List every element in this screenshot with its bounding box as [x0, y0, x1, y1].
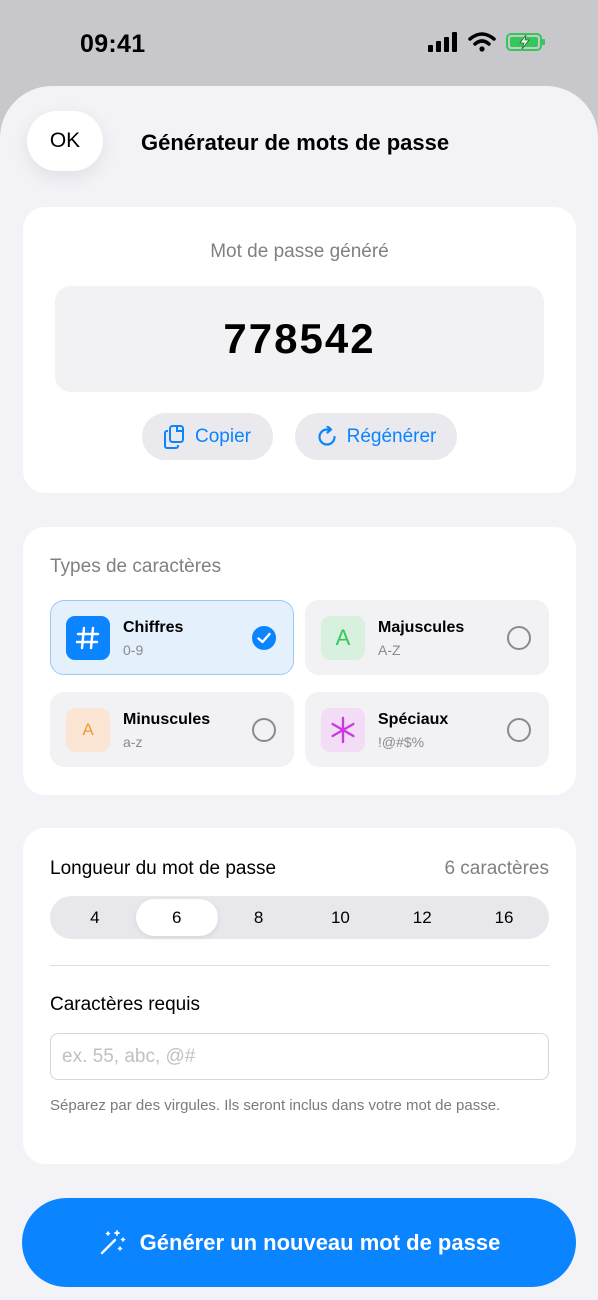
generate-password-label: Générer un nouveau mot de passe [139, 1229, 501, 1255]
radio-unselected-icon[interactable] [507, 718, 531, 742]
type-option-lowercase[interactable]: A Minuscules a-z [50, 692, 294, 767]
length-segmented-control: 4 6 8 10 12 16 [50, 896, 549, 939]
length-option-6[interactable]: 6 [135, 899, 218, 936]
character-types-label: Types de caractères [50, 556, 222, 577]
length-option-8[interactable]: 8 [218, 899, 300, 936]
radio-unselected-icon[interactable] [507, 626, 531, 650]
page-title: Générateur de mots de passe [141, 130, 450, 155]
radio-unselected-icon[interactable] [252, 718, 276, 742]
divider [50, 965, 549, 966]
length-option-10[interactable]: 10 [299, 899, 381, 936]
generate-password-button[interactable]: Générer un nouveau mot de passe [22, 1198, 576, 1287]
refresh-icon [318, 425, 336, 446]
battery-charging-icon [506, 33, 545, 51]
character-types-card: Types de caractères Chiffres 0-9 A Majus… [23, 527, 576, 795]
wifi-icon [468, 32, 496, 52]
copy-button[interactable]: Copier [142, 413, 273, 460]
password-value[interactable]: 778542 [223, 315, 375, 363]
status-time: 09:41 [80, 30, 146, 58]
cellular-signal-icon [428, 32, 457, 52]
type-option-name: Chiffres [123, 619, 184, 636]
generated-password-label: Mot de passe généré [210, 241, 389, 262]
length-label: Longueur du mot de passe [50, 858, 277, 879]
regenerate-label: Régénérer [346, 425, 437, 447]
length-option-16[interactable]: 16 [463, 899, 545, 936]
ok-button[interactable]: OK [27, 111, 103, 171]
required-chars-label: Caractères requis [50, 994, 200, 1015]
required-chars-hint: Séparez par des virgules. Ils seront inc… [50, 1097, 501, 1114]
status-icons [428, 32, 546, 52]
password-generator-sheet: OK Générateur de mots de passe Mot de pa… [0, 86, 598, 1300]
length-option-4[interactable]: 4 [54, 899, 136, 936]
checkmark-selected-icon[interactable] [252, 626, 276, 650]
uppercase-a-icon: A [321, 616, 365, 660]
type-option-digits[interactable]: Chiffres 0-9 [50, 600, 294, 675]
hash-icon [66, 616, 110, 660]
password-display: 778542 [55, 286, 544, 392]
type-option-range: a-z [123, 734, 143, 750]
generated-password-card: Mot de passe généré 778542 Copier Régéné… [23, 207, 576, 493]
type-option-range: A-Z [378, 642, 401, 658]
type-option-range: 0-9 [123, 642, 144, 658]
lowercase-a-icon: A [66, 708, 110, 752]
type-option-name: Minuscules [123, 711, 211, 728]
length-option-12[interactable]: 12 [381, 899, 463, 936]
length-value: 6 caractères [444, 858, 549, 879]
type-option-name: Spéciaux [378, 711, 449, 728]
magic-wand-icon [100, 1229, 125, 1254]
copy-icon [164, 424, 184, 449]
required-chars-input[interactable] [50, 1033, 549, 1080]
type-option-special[interactable]: Spéciaux !@#$% [305, 692, 549, 767]
type-option-uppercase[interactable]: A Majuscules A-Z [305, 600, 549, 675]
status-bar: 09:41 [0, 0, 598, 86]
regenerate-button[interactable]: Régénérer [295, 413, 457, 460]
type-option-name: Majuscules [378, 619, 465, 636]
copy-label: Copier [195, 425, 251, 447]
length-settings-card: Longueur du mot de passe 6 caractères 4 … [23, 828, 576, 1164]
type-option-range: !@#$% [378, 734, 425, 750]
asterisk-icon [321, 708, 365, 752]
